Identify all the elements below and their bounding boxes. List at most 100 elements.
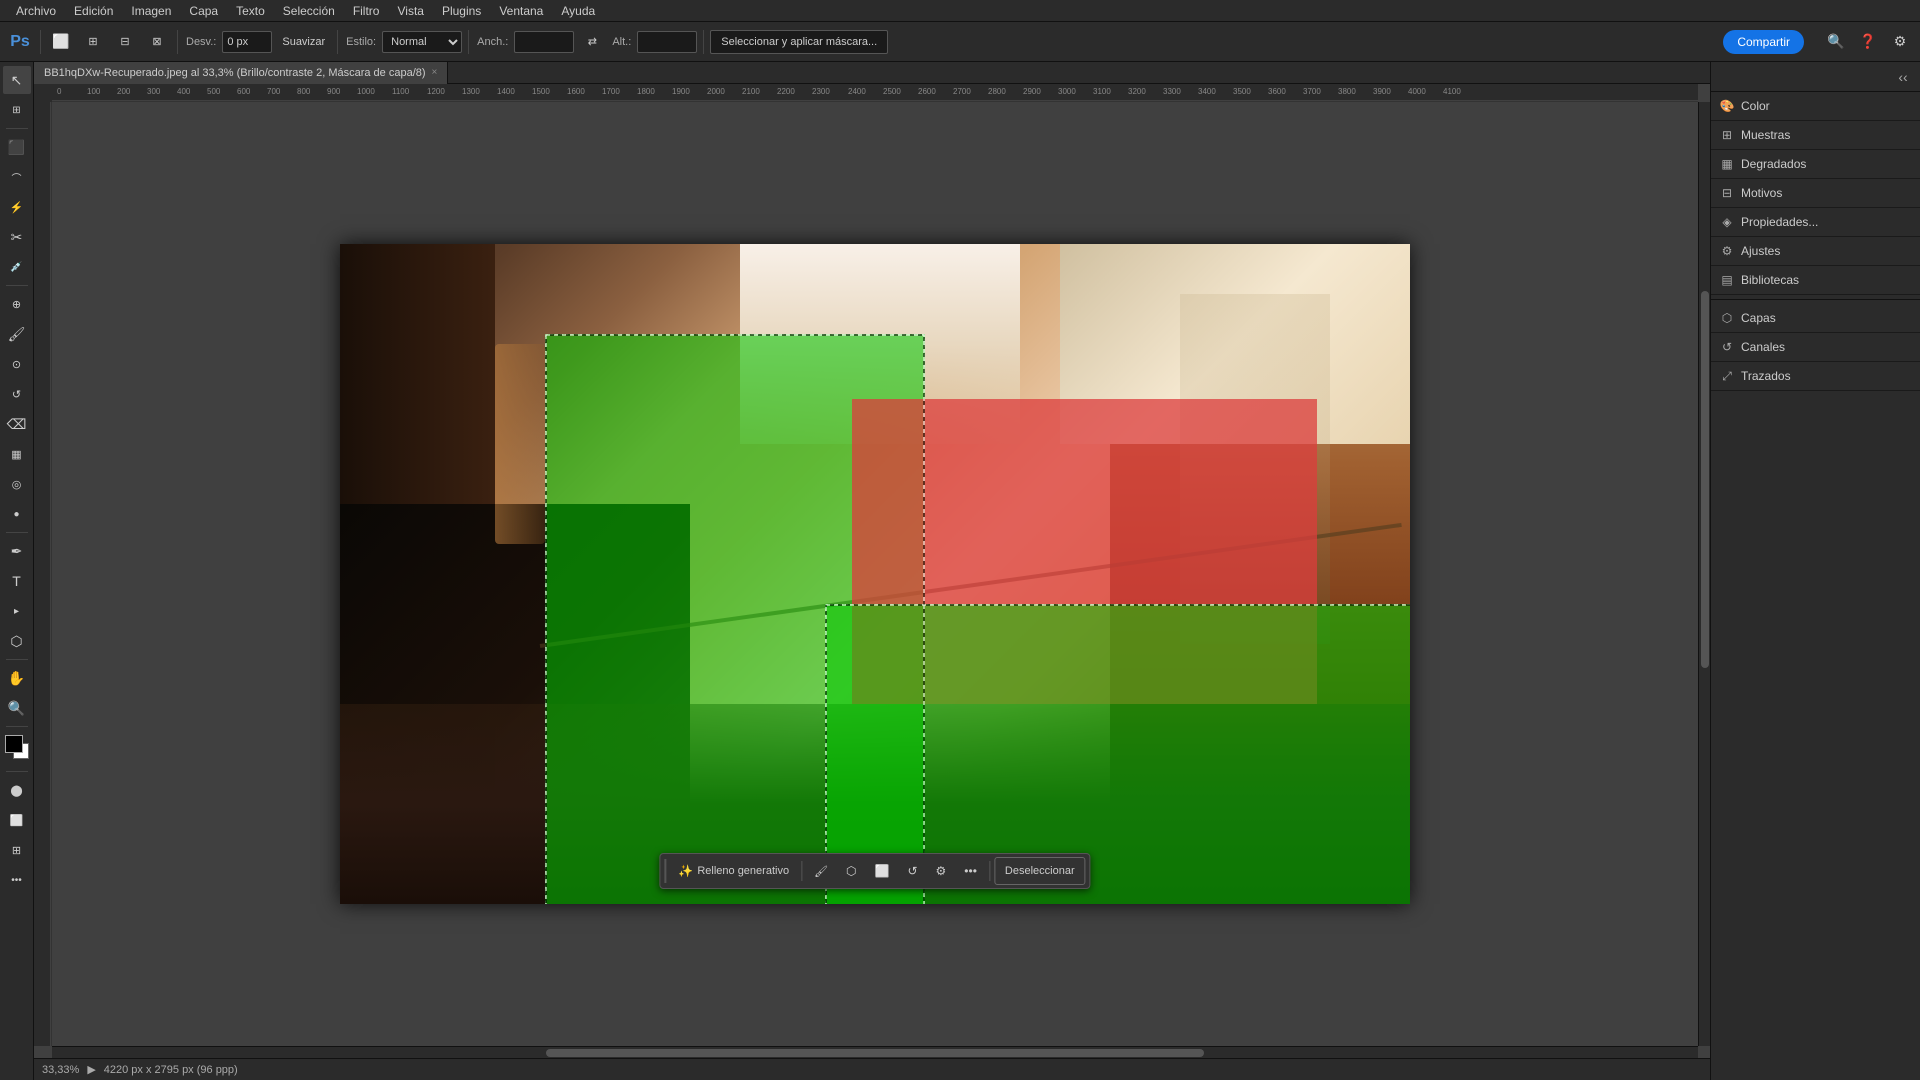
photo-bottle-left	[495, 344, 545, 544]
tool-extra[interactable]: ⊞	[3, 836, 31, 864]
svg-text:1200: 1200	[427, 87, 445, 96]
svg-text:1700: 1700	[602, 87, 620, 96]
panel-item-ajustes[interactable]: ⚙ Ajustes	[1711, 237, 1920, 266]
settings-btn[interactable]: ⚙	[1886, 28, 1914, 56]
tool-path-select[interactable]: ▸	[3, 597, 31, 625]
menu-archivo[interactable]: Archivo	[8, 2, 64, 20]
tool-type[interactable]: T	[3, 567, 31, 595]
status-bar: 33,33% ▶ 4220 px x 2795 px (96 ppp)	[34, 1058, 1710, 1080]
panel-item-capas[interactable]: ⬡ Capas	[1711, 304, 1920, 333]
tool-lasso[interactable]: ⌒	[3, 163, 31, 191]
tool-marquee[interactable]: ⬛	[3, 133, 31, 161]
tool-eyedropper[interactable]: 💉	[3, 253, 31, 281]
panel-item-canales[interactable]: ↺ Canales	[1711, 333, 1920, 362]
panel-ajustes-label: Ajustes	[1741, 244, 1780, 258]
menu-seleccion[interactable]: Selección	[275, 2, 343, 20]
tool-move[interactable]: ↖	[3, 66, 31, 94]
toolbar-separator-5	[703, 30, 704, 54]
svg-text:2400: 2400	[848, 87, 866, 96]
tool-zoom[interactable]: 🔍	[3, 694, 31, 722]
scrollbar-horizontal[interactable]	[52, 1046, 1698, 1058]
float-settings2-btn[interactable]: ⚙	[928, 857, 955, 885]
alt-input[interactable]	[637, 31, 697, 53]
tool-brush[interactable]: 🖌	[3, 320, 31, 348]
scrollbar-h-thumb[interactable]	[546, 1049, 1204, 1057]
tool-quick-select[interactable]: ⚡	[3, 193, 31, 221]
deselect-button[interactable]: Deseleccionar	[994, 857, 1086, 885]
intersect-selection-btn[interactable]: ⊠	[143, 28, 171, 56]
panel-collapse-icon[interactable]: ‹‹	[1892, 66, 1914, 88]
anch-input[interactable]	[514, 31, 574, 53]
float-toolbar: ✨ Relleno generativo 🖌 ⬡ ⬜ ↺	[659, 853, 1090, 889]
photo-canvas[interactable]: ✨ Relleno generativo 🖌 ⬡ ⬜ ↺	[52, 102, 1698, 1046]
tool-shape[interactable]: ⬡	[3, 627, 31, 655]
canvas-image[interactable]: ✨ Relleno generativo 🖌 ⬡ ⬜ ↺	[340, 244, 1410, 904]
tool-pen[interactable]: ✒	[3, 537, 31, 565]
panel-item-color[interactable]: 🎨 Color	[1711, 92, 1920, 121]
float-transform-btn[interactable]: ⬡	[838, 857, 864, 885]
alt-label: Alt.:	[612, 36, 631, 48]
tool-gradient[interactable]: ▦	[3, 440, 31, 468]
tool-quick-mask[interactable]: ⬤	[3, 776, 31, 804]
scrollbar-vertical[interactable]	[1698, 102, 1710, 1046]
tool-healing[interactable]: ⊕	[3, 290, 31, 318]
tool-history[interactable]: ↺	[3, 380, 31, 408]
tab-close-btn[interactable]: ×	[432, 67, 438, 78]
tool-separator-3	[6, 532, 28, 533]
tool-clone[interactable]: ⊙	[3, 350, 31, 378]
add-selection-btn[interactable]: ⊞	[79, 28, 107, 56]
float-more-btn[interactable]: •••	[956, 857, 985, 885]
panel-item-degradados[interactable]: ▦ Degradados	[1711, 150, 1920, 179]
panel-item-muestras[interactable]: ⊞ Muestras	[1711, 121, 1920, 150]
tool-screen-mode[interactable]: ⬜	[3, 806, 31, 834]
mask-button[interactable]: Seleccionar y aplicar máscara...	[710, 30, 888, 54]
panel-item-motivos[interactable]: ⊟ Motivos	[1711, 179, 1920, 208]
suavizar-btn[interactable]: Suavizar	[276, 28, 331, 56]
document-tab[interactable]: BB1hqDXw-Recuperado.jpeg al 33,3% (Brill…	[34, 62, 448, 84]
share-button[interactable]: Compartir	[1723, 30, 1804, 54]
panel-item-trazados[interactable]: ⤢ Trazados	[1711, 362, 1920, 391]
tool-artboard[interactable]: ⊞	[3, 96, 31, 124]
options-toolbar: Ps ⬜ ⊞ ⊟ ⊠ Desv.: Suavizar Estilo: Norma…	[0, 22, 1920, 62]
help-btn[interactable]: ❓	[1854, 28, 1882, 56]
swap-btn[interactable]: ⇄	[578, 28, 606, 56]
panel-item-bibliotecas[interactable]: ▤ Bibliotecas	[1711, 266, 1920, 295]
tool-eraser[interactable]: ⌫	[3, 410, 31, 438]
tool-more[interactable]: •••	[3, 866, 31, 894]
tool-separator-5	[6, 726, 28, 727]
float-rotate-btn[interactable]: ↺	[899, 857, 925, 885]
tool-hand[interactable]: ✋	[3, 664, 31, 692]
status-arrow[interactable]: ▶	[87, 1063, 95, 1076]
menu-texto[interactable]: Texto	[228, 2, 273, 20]
tool-crop[interactable]: ✂	[3, 223, 31, 251]
menu-edicion[interactable]: Edición	[66, 2, 121, 20]
panel-propiedades-label: Propiedades...	[1741, 215, 1818, 229]
desv-input[interactable]	[222, 31, 272, 53]
menu-vista[interactable]: Vista	[389, 2, 431, 20]
tool-dodge[interactable]: ●	[3, 500, 31, 528]
menu-filtro[interactable]: Filtro	[345, 2, 388, 20]
generative-fill-btn[interactable]: ✨ Relleno generativo	[670, 857, 797, 885]
float-brush-btn[interactable]: 🖌	[806, 857, 836, 885]
horizontal-ruler: 0 100 200 300 400 500 600 700 800 900 10…	[52, 84, 1698, 102]
menu-ventana[interactable]: Ventana	[491, 2, 551, 20]
svg-text:900: 900	[327, 87, 341, 96]
toolbar-separator-1	[40, 30, 41, 54]
menu-imagen[interactable]: Imagen	[123, 2, 179, 20]
menu-capa[interactable]: Capa	[181, 2, 226, 20]
scrollbar-v-thumb[interactable]	[1701, 291, 1709, 669]
capas-icon: ⬡	[1719, 310, 1735, 326]
menu-plugins[interactable]: Plugins	[434, 2, 489, 20]
tool-blur[interactable]: ◎	[3, 470, 31, 498]
search-btn[interactable]: 🔍	[1822, 28, 1850, 56]
panel-item-propiedades[interactable]: ◈ Propiedades...	[1711, 208, 1920, 237]
color-swatches[interactable]	[3, 735, 31, 763]
panel-motivos-label: Motivos	[1741, 186, 1782, 200]
float-rect-btn[interactable]: ⬜	[867, 857, 898, 885]
foreground-color[interactable]	[5, 735, 23, 753]
toolbar-separator-2	[177, 30, 178, 54]
new-selection-btn[interactable]: ⬜	[47, 28, 75, 56]
estilo-select[interactable]: Normal	[382, 31, 462, 53]
subtract-selection-btn[interactable]: ⊟	[111, 28, 139, 56]
menu-ayuda[interactable]: Ayuda	[553, 2, 603, 20]
